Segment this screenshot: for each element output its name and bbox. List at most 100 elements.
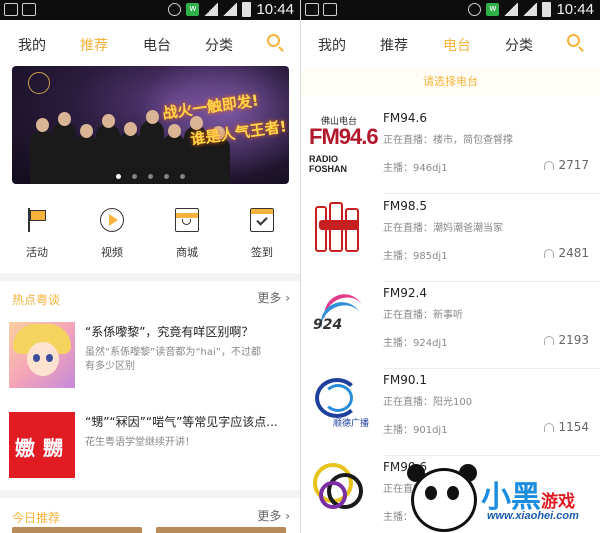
banner-logo [28,72,50,94]
recommend-card[interactable] [12,527,142,533]
pager-dot[interactable] [132,174,137,179]
wifi-icon [204,3,219,16]
panda-mascot [411,468,477,532]
station-host: 主播：924dj1 [383,338,448,349]
wifi-icon [504,3,519,16]
station-live-program: 正在直播：阳光100 [383,397,473,408]
status-bar: w 10:44 [301,0,600,20]
quick-action-label: 活动 [26,246,48,259]
tab-category[interactable]: 分类 [205,35,233,55]
station-host: 主播：946dj1 [383,163,448,174]
pager-dot[interactable] [116,174,121,179]
play-icon [100,208,124,232]
battery-icon [242,2,252,17]
station-name: FM92.4 [383,286,427,300]
wechat-icon: w [486,3,500,16]
station-name: FM90.1 [383,373,427,387]
station-name: FM94.6 [383,111,427,125]
station-item[interactable]: FM98.5 正在直播：潮妈潮爸潮当家 主播：985dj1 2481 [301,196,600,284]
quick-action-shop[interactable]: 商城 [157,208,217,260]
tab-recommend[interactable]: 推荐 [380,35,408,55]
topic-title: “系係嚟黎”，究竟有咩区别啊？ [85,325,254,339]
status-bar: w 10:44 [0,0,300,20]
watermark-url: www.xiaohei.com [487,510,579,522]
top-nav: 我的 推荐 电台 分类 [0,20,300,68]
choose-station-label[interactable]: 请选择电台 [301,68,600,96]
status-icons: w 10:44 [468,1,594,18]
screen: w 10:44 我的 推荐 电台 分类 战火一触即发! 谁是人气王者! 活动 视… [0,0,600,533]
station-live-program: 正在直播：潮妈潮爸潮当家 [383,223,503,234]
pager-dot[interactable] [164,174,169,179]
tab-mine[interactable]: 我的 [18,35,46,55]
tab-recommend[interactable]: 推荐 [80,35,108,55]
more-link[interactable]: 更多 › [257,289,290,306]
section-title: 热点粤谈 [12,293,61,307]
quick-action-video[interactable]: 视频 [82,208,142,260]
today-recommend-header: 今日推荐 更多 › [12,507,290,527]
quick-action-checkin[interactable]: 签到 [232,208,292,260]
notification-icons [305,3,337,16]
more-link[interactable]: 更多 › [257,507,290,524]
quick-action-activity[interactable]: 活动 [7,208,67,260]
station-name: FM98.5 [383,199,427,213]
banner-pager [12,174,289,179]
station-item[interactable]: 顺德广播 FM90.1 正在直播：阳光100 主播：901dj1 1154 [301,370,600,458]
pager-dot[interactable] [180,174,185,179]
wechat-icon: w [186,3,200,16]
topic-desc: 虽然“系係嚟黎”读音都为“hai”，不过都有多少区别 [85,347,261,372]
alarm-icon [468,3,482,16]
station-host: 主播：901dj1 [383,425,448,436]
section-title: 今日推荐 [12,511,61,525]
settings-icon [4,3,18,16]
tab-radio[interactable]: 电台 [143,35,171,55]
image-icon [323,3,337,16]
headphone-icon [544,248,555,258]
quick-action-label: 商城 [176,246,198,259]
tab-category[interactable]: 分类 [505,35,533,55]
flag-icon [25,208,49,232]
topic-thumbnail [9,322,75,388]
section-divider [0,273,300,281]
recommend-card[interactable] [156,527,286,533]
station-logo [307,198,369,260]
pager-dot[interactable] [148,174,153,179]
notification-icons [4,3,36,16]
top-nav: 我的 推荐 电台 分类 [301,20,600,68]
topic-thumbnail: 嫐嬲 [9,412,75,478]
topic-title: “甥”“冧因”“啱气”等常见字应该点... [85,415,278,429]
listener-count: 2193 [544,333,589,347]
clock: 10:44 [556,1,594,18]
tab-mine[interactable]: 我的 [318,35,346,55]
signal-icon [523,3,538,16]
alarm-icon [168,3,182,16]
station-host: 主播：985dj1 [383,251,448,262]
promo-banner[interactable]: 战火一触即发! 谁是人气王者! [12,66,289,184]
quick-actions: 活动 视频 商城 签到 [0,208,300,264]
search-icon[interactable] [267,34,285,52]
station-live-program: 正在直播：楼市，简包查督撑 [383,135,513,146]
listener-count: 1154 [544,420,589,434]
search-icon[interactable] [567,34,585,52]
hot-topics-header: 热点粤谈 更多 › [12,289,290,309]
station-item[interactable]: 924 FM92.4 正在直播：新事听 主播：924dj1 2193 [301,283,600,371]
hot-topic-item[interactable]: 嫐嬲 “甥”“冧因”“啱气”等常见字应该点... 花生粤语学堂继续开讲！ [0,412,300,492]
section-divider [0,490,300,498]
status-icons: w 10:44 [168,1,294,18]
headphone-icon [544,422,555,432]
today-recommend-list [12,527,286,533]
tab-radio[interactable]: 电台 [443,35,471,55]
listener-count: 2717 [544,158,589,172]
headphone-icon [544,160,555,170]
battery-icon [542,2,552,17]
hot-topic-item[interactable]: “系係嚟黎”，究竟有咩区别啊？ 虽然“系係嚟黎”读音都为“hai”，不过都有多少… [0,322,300,402]
site-watermark: 小黑游戏 www.xiaohei.com [403,458,600,533]
shop-bag-icon [175,208,199,232]
clock: 10:44 [256,1,294,18]
station-logo: 924 [307,285,369,347]
signal-icon [223,3,238,16]
station-item[interactable]: 佛山电台 FM94.6 RADIO FOSHAN FM94.6 正在直播：楼市，… [301,108,600,196]
station-logo: 顺德广播 [307,372,369,434]
station-logo [307,459,369,521]
radio-screen: w 10:44 我的 推荐 电台 分类 请选择电台 佛山电台 FM94.6 RA… [301,0,600,533]
quick-action-label: 签到 [251,246,273,259]
